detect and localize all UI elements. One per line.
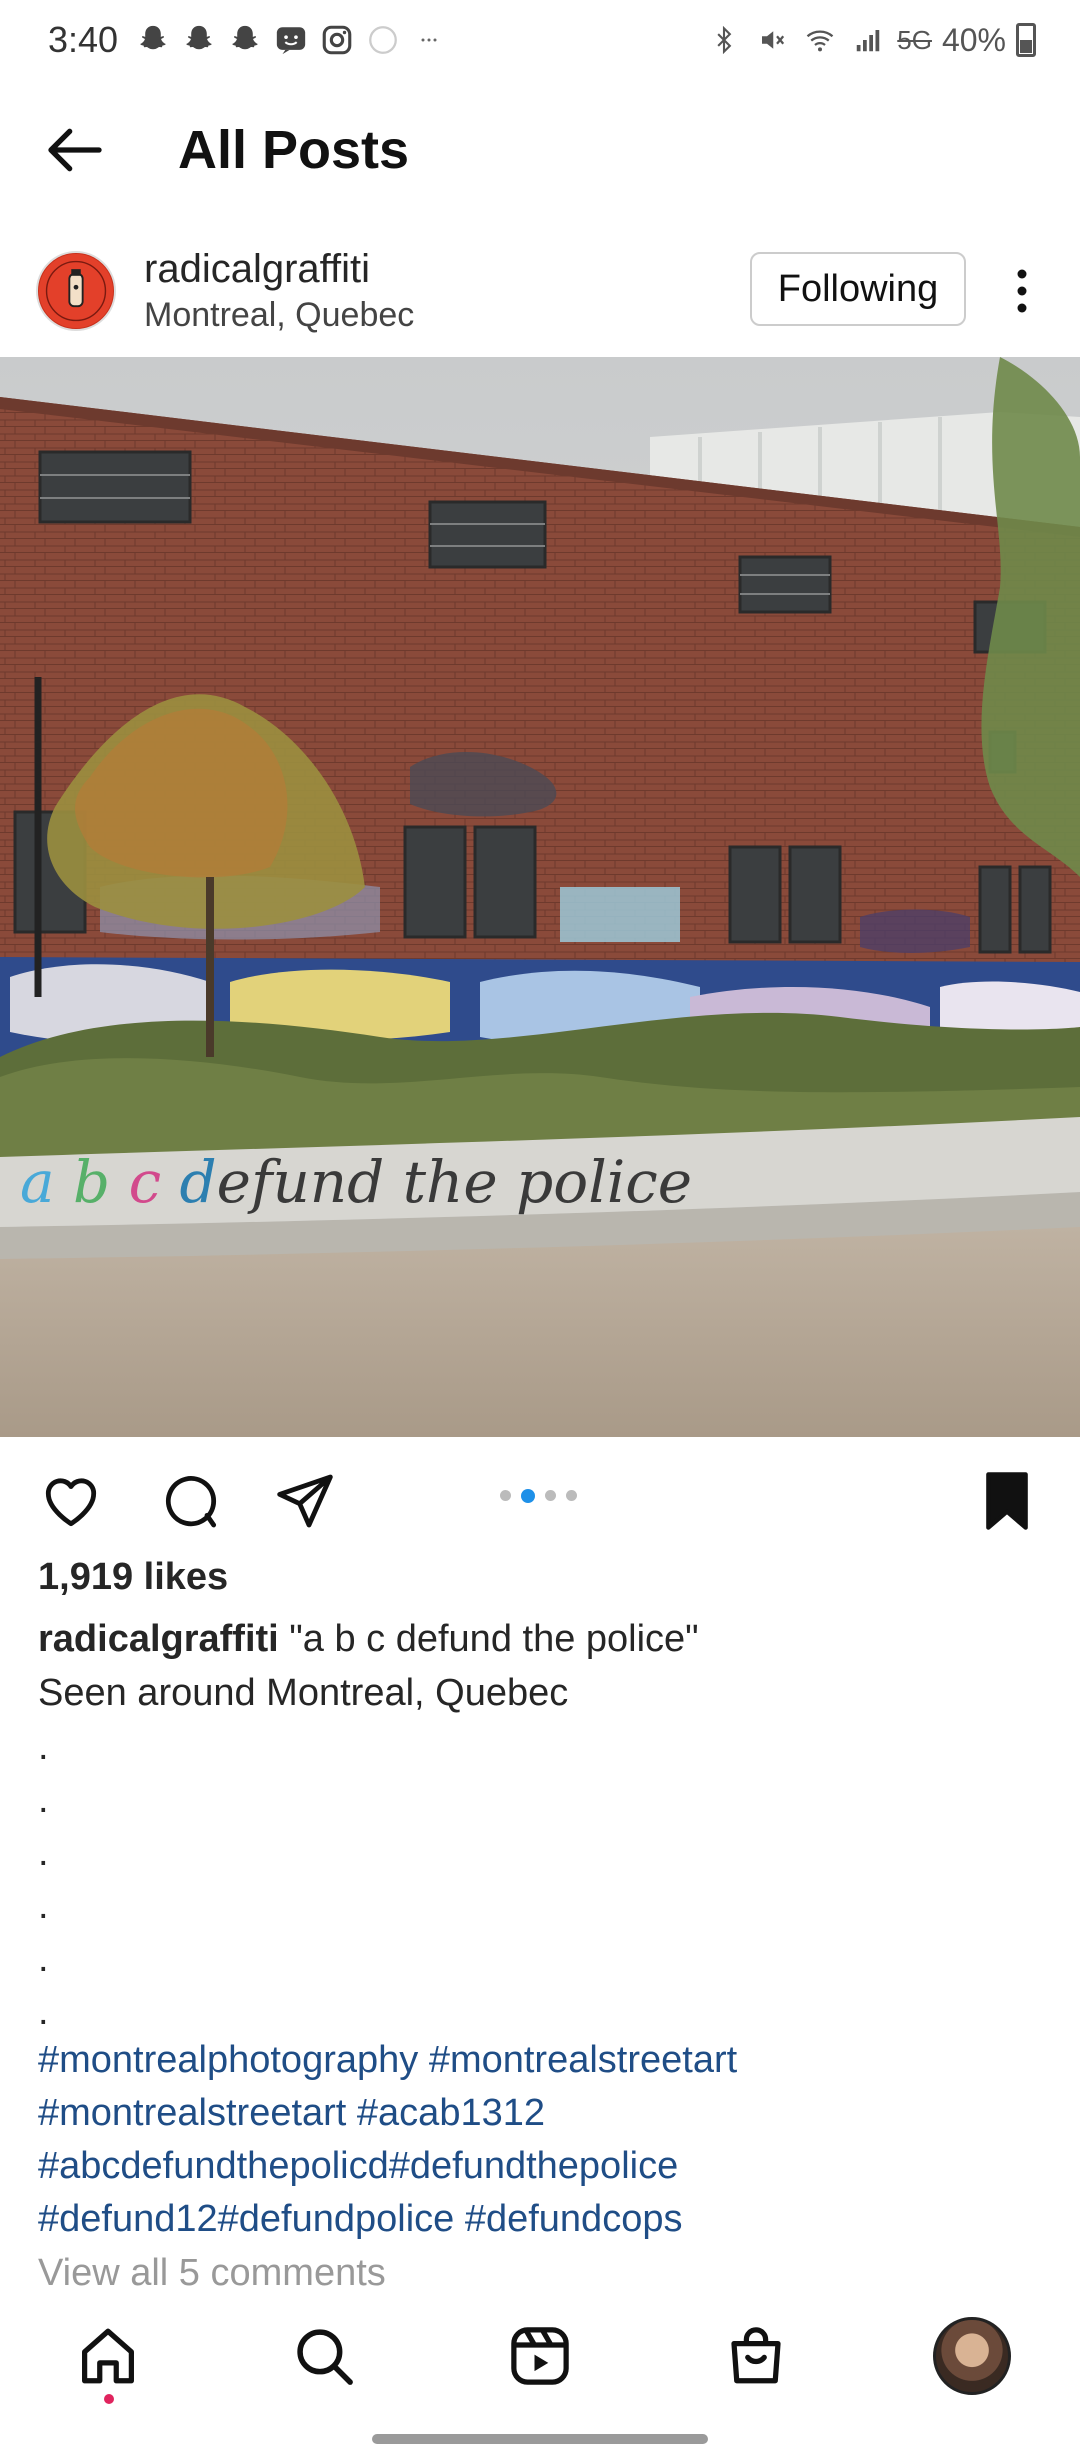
comment-icon [165, 1476, 217, 1528]
wifi-icon [801, 21, 839, 59]
carousel-indicator [500, 1489, 577, 1503]
back-button[interactable] [20, 100, 130, 200]
battery-icon [1016, 23, 1036, 57]
comment-button[interactable] [154, 1464, 228, 1538]
reels-icon [511, 2327, 569, 2385]
caption-line: Seen around Montreal, Quebec [38, 1672, 569, 1714]
radical-graffiti-logo [38, 253, 114, 329]
post-location[interactable]: Montreal, Quebec [144, 296, 414, 335]
signal-icon [849, 21, 887, 59]
caption-username[interactable]: radicalgraffiti [38, 1618, 279, 1660]
more-vertical-icon [1017, 269, 1027, 313]
author-avatar[interactable] [36, 251, 116, 331]
bookmark-filled-icon [986, 1472, 1028, 1530]
caption-dot: . [38, 1726, 49, 1768]
hashtag-line[interactable]: #montrealphotography #montrealstreetart [38, 2034, 1048, 2087]
hashtag-line[interactable]: #montrealstreetart #acab1312 [38, 2087, 1048, 2140]
status-bar: 3:40 5G 40% [0, 0, 1080, 80]
network-type: 5G [897, 24, 932, 55]
graffiti-wall-image: a b c defund the police [0, 357, 1080, 1437]
search-icon [297, 2329, 353, 2385]
like-button[interactable] [34, 1464, 108, 1538]
caption-dot: . [38, 1832, 49, 1874]
loading-circle-icon [364, 21, 402, 59]
home-notification-dot [104, 2394, 114, 2404]
save-button[interactable] [970, 1464, 1044, 1538]
likes-count[interactable]: 1,919 likes [38, 1556, 228, 1599]
instagram-icon [318, 21, 356, 59]
status-time: 3:40 [48, 19, 119, 60]
hashtag-line[interactable]: #abcdefundthepolicd#defundthepolice [38, 2140, 1048, 2193]
post-actions [0, 1450, 1080, 1550]
hashtags: #montrealphotography #montrealstreetart … [38, 2034, 1048, 2246]
caption-quote: "a b c defund the police" [289, 1618, 699, 1660]
carousel-dot [545, 1490, 556, 1501]
notification-icons [134, 21, 448, 59]
post-caption: radicalgraffiti "a b c defund the police… [38, 1612, 1048, 2038]
author-username[interactable]: radicalgraffiti [144, 247, 414, 292]
battery-percent: 40% [941, 21, 1006, 58]
following-button[interactable]: Following [750, 252, 966, 326]
share-button[interactable] [268, 1464, 342, 1538]
caption-dot: . [38, 1991, 49, 2033]
nav-search[interactable] [284, 2316, 364, 2396]
view-comments-link[interactable]: View all 5 comments [38, 2252, 386, 2290]
nav-shop[interactable] [716, 2316, 796, 2396]
shop-icon [731, 2327, 781, 2384]
snapchat-icon [226, 21, 264, 59]
post-photo[interactable]: a b c defund the police [0, 357, 1080, 1437]
system-status: 5G 40% [705, 21, 1036, 59]
caption-dot: . [38, 1885, 49, 1927]
snapchat-icon [180, 21, 218, 59]
mute-icon [753, 21, 791, 59]
more-notifications-icon [410, 21, 448, 59]
carousel-dot [566, 1490, 577, 1501]
bluetooth-icon [705, 21, 743, 59]
snapchat-icon [134, 21, 172, 59]
nav-home[interactable] [68, 2316, 148, 2396]
nav-reels[interactable] [500, 2316, 580, 2396]
hashtag-line[interactable]: #defund12#defundpolice #defundcops [38, 2193, 1048, 2246]
message-app-icon [272, 21, 310, 59]
wall-text: a b c defund the police [20, 1148, 692, 1216]
heart-icon [45, 1478, 97, 1527]
carousel-dot [521, 1489, 535, 1503]
bottom-nav [0, 2290, 1080, 2420]
arrow-left-icon [48, 128, 102, 172]
home-icon [82, 2328, 134, 2384]
post-header: radicalgraffiti Montreal, Quebec Followi… [0, 236, 1080, 346]
page-title: All Posts [178, 120, 410, 180]
send-icon [277, 1474, 333, 1528]
page-header: All Posts [0, 100, 1080, 200]
caption-dot: . [38, 1779, 49, 1821]
caption-dot: . [38, 1938, 49, 1980]
nav-profile[interactable] [932, 2316, 1012, 2396]
carousel-dot [500, 1490, 511, 1501]
more-options-button[interactable] [1000, 256, 1044, 326]
gesture-bar[interactable] [372, 2434, 708, 2444]
profile-icon [933, 2317, 1011, 2395]
